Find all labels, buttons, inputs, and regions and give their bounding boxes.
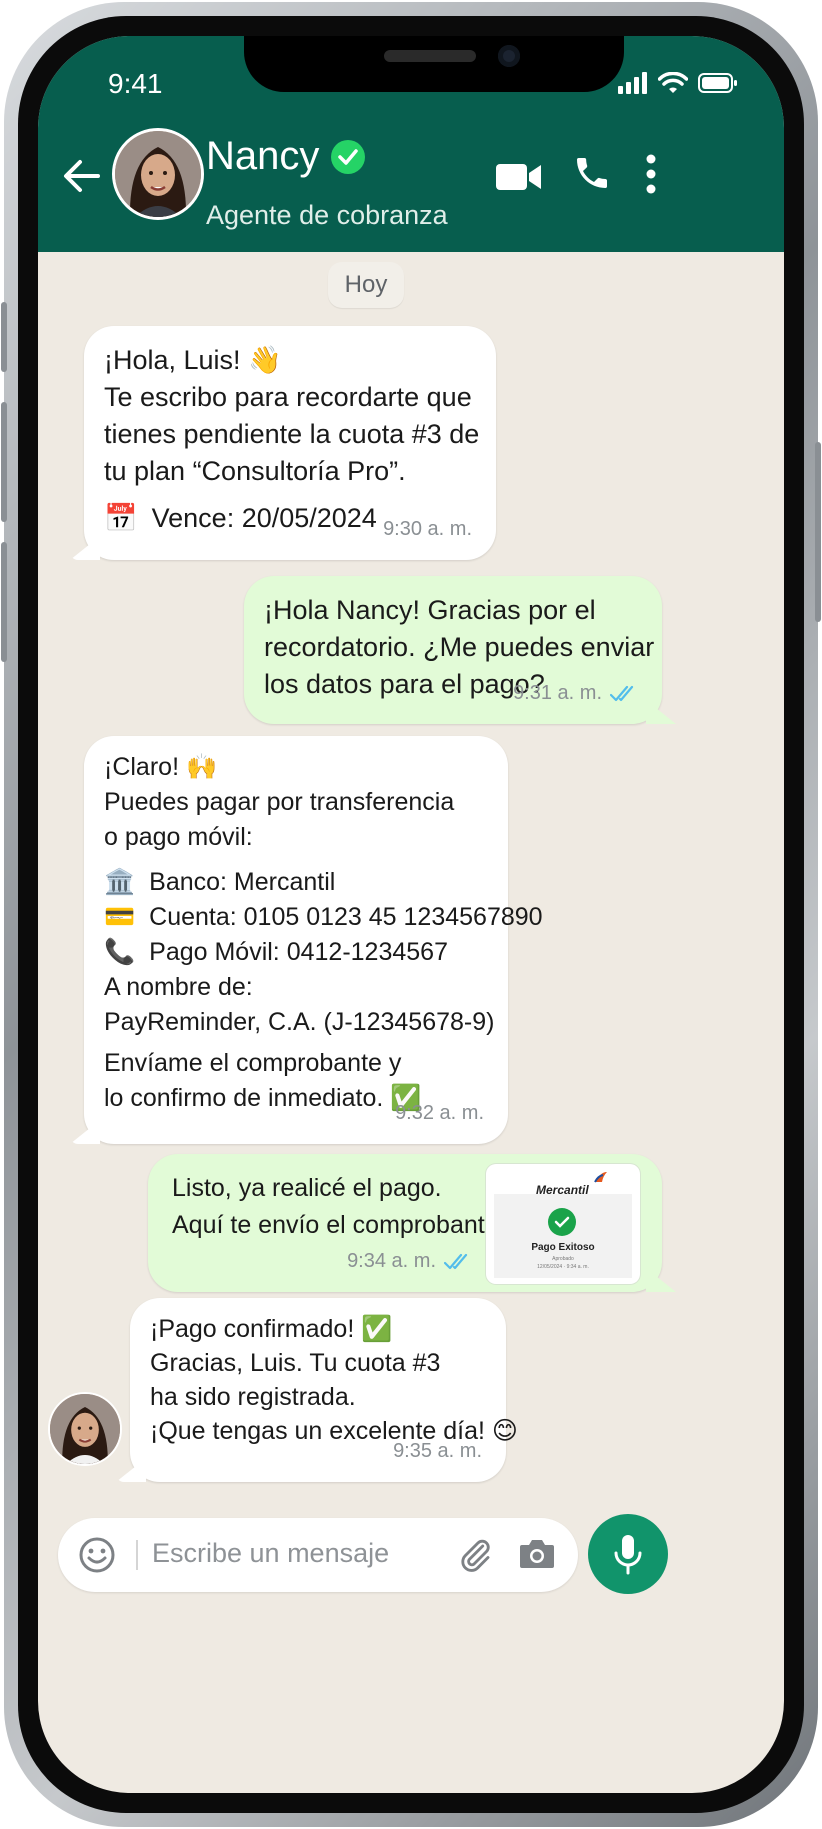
message-composer[interactable]: Escribe un mensaje bbox=[58, 1518, 578, 1592]
incoming-message[interactable]: ¡Claro! 🙌 Puedes pagar por transferencia… bbox=[70, 736, 543, 1144]
receipt-body: Pago Exitoso Aprobado 12/05/2024 · 9:34 … bbox=[494, 1194, 632, 1278]
bubble-tail bbox=[116, 1458, 146, 1482]
double-check-icon bbox=[610, 685, 634, 701]
volume-up-button bbox=[1, 402, 7, 522]
contact-avatar[interactable] bbox=[112, 128, 204, 220]
outgoing-message[interactable]: Listo, ya realicé el pago. Aquí te envío… bbox=[148, 1154, 676, 1292]
success-check-icon bbox=[548, 1208, 576, 1236]
avatar-portrait bbox=[50, 1394, 120, 1464]
phone-bezel: 9:41 Nancy Agente de cobranza Hoy ¡Hola,… bbox=[18, 16, 804, 1813]
message-input[interactable]: Escribe un mensaje bbox=[152, 1538, 389, 1569]
phone-icon: 📞 bbox=[104, 938, 136, 966]
outgoing-message[interactable]: ¡Hola Nancy! Gracias por el recordatorio… bbox=[244, 576, 676, 724]
bank-detail: Banco: Mercantil bbox=[149, 868, 336, 896]
speaker bbox=[384, 50, 476, 62]
message-line: ¡Hola, Luis! 👋 bbox=[104, 345, 282, 375]
bubble-tail bbox=[70, 536, 100, 560]
message-line: Gracias, Luis. Tu cuota #3 bbox=[150, 1349, 441, 1377]
phone-call-icon[interactable] bbox=[572, 152, 612, 194]
contact-subtitle: Agente de cobranza bbox=[206, 200, 448, 230]
message-line: Puedes pagar por transferencia bbox=[104, 788, 455, 816]
due-date: Vence: 20/05/2024 bbox=[151, 503, 377, 533]
contact-name-row[interactable]: Nancy bbox=[206, 134, 366, 179]
video-call-icon[interactable] bbox=[496, 162, 542, 192]
holder-name: PayReminder, C.A. (J-12345678-9) bbox=[104, 1008, 495, 1036]
message-line: tu plan “Consultoría Pro”. bbox=[104, 456, 406, 486]
message-line: recordatorio. ¿Me puedes enviar bbox=[264, 632, 655, 662]
bank-logo-icon bbox=[594, 1172, 607, 1183]
sender-avatar[interactable] bbox=[48, 1392, 122, 1466]
avatar-portrait bbox=[115, 131, 201, 217]
status-icons bbox=[618, 72, 738, 94]
mobile-pay-detail: Pago Móvil: 0412-1234567 bbox=[149, 938, 448, 966]
message-line: Te escribo para recordarte que bbox=[104, 382, 472, 412]
holder-label: A nombre de: bbox=[104, 973, 253, 1001]
emoji-icon[interactable] bbox=[78, 1536, 116, 1574]
phone-frame: 9:41 Nancy Agente de cobranza Hoy ¡Hola,… bbox=[1, 2, 821, 1827]
day-divider: Hoy bbox=[328, 262, 404, 308]
message-line: ¡Claro! 🙌 bbox=[104, 753, 218, 781]
calendar-icon: 📅 bbox=[104, 503, 138, 533]
message-time: 9:32 a. m. bbox=[395, 1102, 484, 1124]
message-time: 9:34 a. m. bbox=[347, 1243, 472, 1280]
receipt-attachment[interactable]: Mercantil Pago Exitoso Aprobado 12/05/20… bbox=[486, 1164, 640, 1284]
notch bbox=[244, 36, 624, 92]
bubble-tail bbox=[646, 700, 676, 724]
screen: 9:41 Nancy Agente de cobranza Hoy ¡Hola,… bbox=[38, 36, 784, 1793]
message-line: Envíame el comprobante y bbox=[104, 1049, 402, 1077]
message-line: ¡Hola Nancy! Gracias por el bbox=[264, 595, 596, 625]
back-arrow-icon[interactable] bbox=[62, 158, 102, 194]
double-check-icon bbox=[444, 1253, 468, 1269]
message-line: tienes pendiente la cuota #3 de bbox=[104, 419, 480, 449]
message-line: Listo, ya realicé el pago. bbox=[172, 1174, 442, 1202]
contact-name: Nancy bbox=[206, 134, 320, 178]
receipt-status: Aprobado bbox=[552, 1256, 574, 1262]
camera-icon[interactable] bbox=[518, 1536, 556, 1572]
message-line: ha sido registrada. bbox=[150, 1383, 356, 1411]
message-line: o pago móvil: bbox=[104, 823, 253, 851]
chat-header: 9:41 Nancy Agente de cobranza bbox=[38, 36, 784, 252]
receipt-date: 12/05/2024 · 9:34 a. m. bbox=[537, 1264, 589, 1270]
incoming-message[interactable]: ¡Pago confirmado! ✅ Gracias, Luis. Tu cu… bbox=[116, 1298, 518, 1482]
attach-icon[interactable] bbox=[458, 1536, 494, 1574]
account-detail: Cuenta: 0105 0123 45 1234567890 bbox=[149, 903, 543, 931]
power-button bbox=[815, 442, 821, 622]
message-line: Aquí te envío el comprobante. bbox=[172, 1211, 506, 1239]
card-icon: 💳 bbox=[104, 903, 136, 931]
status-time: 9:41 bbox=[108, 68, 163, 99]
volume-down-button bbox=[1, 542, 7, 662]
verified-icon bbox=[331, 139, 366, 174]
front-camera bbox=[498, 45, 520, 67]
signal-icon bbox=[618, 72, 647, 94]
bubble-tail bbox=[646, 1268, 676, 1292]
more-options-icon[interactable] bbox=[644, 154, 658, 194]
bank-icon: 🏛️ bbox=[104, 868, 136, 896]
bubble-tail bbox=[70, 1120, 100, 1144]
message-time: 9:35 a. m. bbox=[393, 1440, 482, 1462]
side-button bbox=[1, 302, 7, 372]
chat-area[interactable]: Hoy ¡Hola, Luis! 👋 Te escribo para recor… bbox=[38, 252, 784, 1793]
battery-icon bbox=[698, 73, 737, 93]
mic-button[interactable] bbox=[588, 1514, 668, 1594]
wifi-icon bbox=[658, 72, 688, 93]
message-time: 9:31 a. m. bbox=[513, 675, 638, 712]
message-time: 9:30 a. m. bbox=[383, 518, 472, 540]
message-line: ¡Pago confirmado! ✅ bbox=[150, 1315, 393, 1343]
incoming-message[interactable]: ¡Hola, Luis! 👋 Te escribo para recordart… bbox=[70, 326, 496, 560]
mic-icon bbox=[614, 1535, 642, 1575]
receipt-title: Pago Exitoso bbox=[531, 1242, 595, 1253]
composer-divider bbox=[136, 1540, 138, 1570]
